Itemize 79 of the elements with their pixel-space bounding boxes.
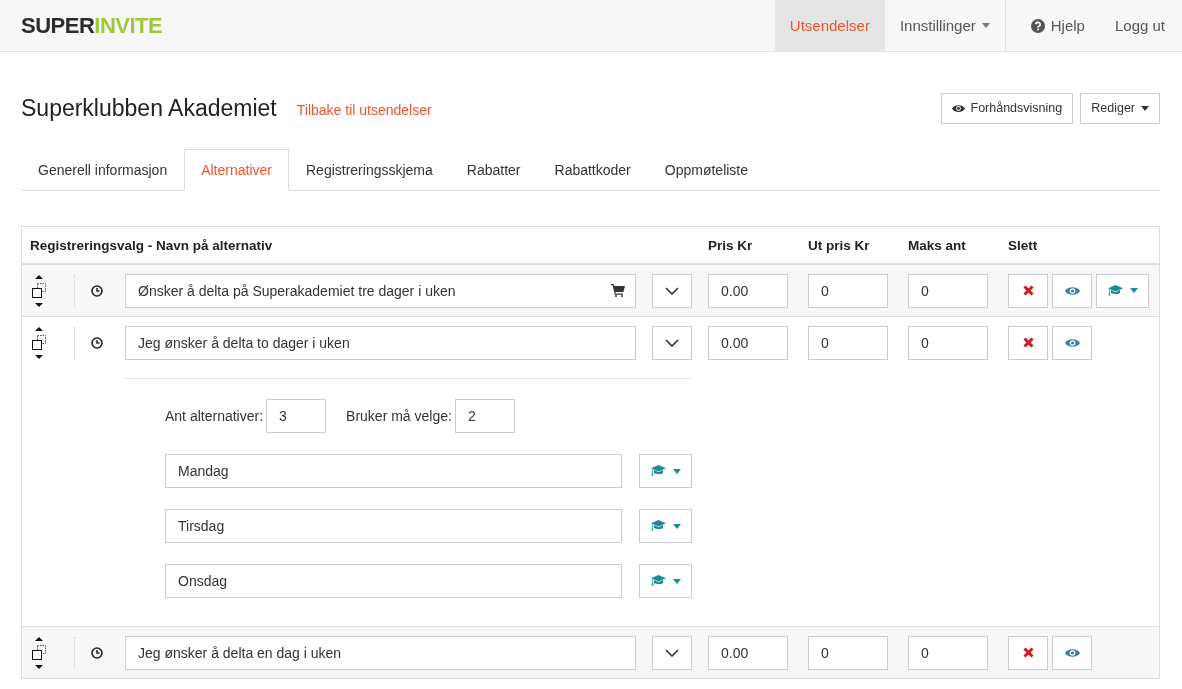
close-icon — [1022, 337, 1034, 348]
clock-icon[interactable] — [91, 284, 103, 297]
chevron-down-icon — [665, 648, 679, 657]
expand-button[interactable] — [652, 273, 692, 308]
graduation-cap-icon — [650, 575, 666, 587]
close-icon — [1022, 285, 1034, 296]
eye-icon — [951, 103, 965, 113]
clock-icon[interactable] — [91, 646, 103, 659]
option-name-field[interactable]: Jeg ønsker å delta to dager i uken — [125, 325, 636, 360]
preview-button[interactable] — [1052, 635, 1092, 670]
column-header: Pris Kr — [708, 237, 754, 253]
page-title: Superklubben Akademiet — [21, 94, 277, 122]
price-field[interactable]: 0.00 — [708, 325, 788, 360]
drag-handle-icon[interactable] — [30, 274, 48, 307]
delete-button[interactable] — [1008, 273, 1048, 308]
max-count-field[interactable]: 0 — [908, 635, 988, 670]
tab[interactable]: Oppmøteliste — [647, 149, 766, 191]
nav-link[interactable]: Logg ut — [1099, 0, 1180, 51]
caret-icon — [1129, 288, 1138, 293]
tab[interactable]: Generell informasjon — [21, 149, 185, 191]
group-menu-button[interactable] — [639, 509, 692, 543]
group-menu-button[interactable] — [639, 454, 692, 488]
column-header: Slett — [1008, 237, 1039, 253]
drag-handle-icon[interactable] — [30, 636, 48, 669]
price-field[interactable]: 0.00 — [708, 635, 788, 670]
tab[interactable]: Registreringsskjema — [289, 149, 450, 191]
caret-icon — [1141, 105, 1149, 111]
expand-button[interactable] — [652, 325, 692, 360]
price-field[interactable]: 0.00 — [708, 273, 788, 308]
sub-option-field[interactable]: Tirsdag — [165, 509, 622, 543]
eye-icon — [1064, 647, 1080, 658]
caret-icon — [672, 468, 681, 474]
delete-button[interactable] — [1008, 635, 1048, 670]
help-icon — [1030, 18, 1045, 33]
logo[interactable]: SUPERINVITE — [21, 12, 163, 39]
chevron-down-icon — [665, 286, 679, 295]
column-header: Maks ant — [908, 237, 967, 253]
sub-option-field[interactable]: Onsdag — [165, 564, 622, 598]
required-field[interactable]: 2 — [454, 399, 515, 433]
out-price-field[interactable]: 0 — [808, 635, 888, 670]
close-icon — [1022, 647, 1034, 658]
preview-button[interactable] — [1052, 273, 1092, 308]
nav-link[interactable]: Innstillinger — [884, 0, 1005, 51]
count-field[interactable]: 3 — [266, 399, 327, 433]
graduation-cap-icon — [1107, 284, 1123, 297]
expand-button[interactable] — [652, 635, 692, 670]
header-button[interactable]: Rediger — [1080, 92, 1160, 124]
nav-link[interactable]: Hjelp — [1015, 0, 1100, 51]
out-price-field[interactable]: 0 — [808, 325, 888, 360]
max-count-field[interactable]: 0 — [908, 273, 988, 308]
required-label: Bruker må velge: — [346, 408, 452, 424]
column-header: Ut pris Kr — [808, 237, 871, 253]
group-menu-button[interactable] — [1096, 273, 1149, 308]
column-header: Registreringsvalg - Navn på alternativ — [30, 237, 274, 253]
drag-handle-icon[interactable] — [30, 326, 48, 359]
graduation-cap-icon — [650, 465, 666, 477]
max-count-field[interactable]: 0 — [908, 325, 988, 360]
chevron-down-icon — [665, 338, 679, 347]
preview-button[interactable] — [1052, 325, 1092, 360]
count-label: Ant alternativer: — [165, 408, 264, 424]
delete-button[interactable] — [1008, 325, 1048, 360]
clock-icon[interactable] — [91, 336, 103, 349]
shopping-cart-icon — [611, 284, 625, 297]
eye-icon — [1064, 337, 1080, 348]
header-button[interactable]: Forhåndsvisning — [940, 92, 1074, 124]
eye-icon — [1064, 285, 1080, 296]
sub-option-field[interactable]: Mandag — [165, 454, 622, 488]
tab[interactable]: Rabatter — [449, 149, 538, 191]
caret-icon — [981, 23, 990, 28]
tab[interactable]: Rabattkoder — [537, 149, 648, 191]
option-name-field[interactable]: Ønsker å delta på Superakademiet tre dager i uken — [125, 273, 636, 308]
graduation-cap-icon — [650, 520, 666, 532]
out-price-field[interactable]: 0 — [808, 273, 888, 308]
caret-icon — [672, 523, 681, 529]
back-link[interactable]: Tilbake til utsendelser — [296, 102, 432, 118]
caret-icon — [672, 578, 681, 584]
group-menu-button[interactable] — [639, 564, 692, 598]
tab[interactable]: Alternativer — [184, 149, 289, 191]
option-name-field[interactable]: Jeg ønsker å delta en dag i uken — [125, 635, 636, 670]
